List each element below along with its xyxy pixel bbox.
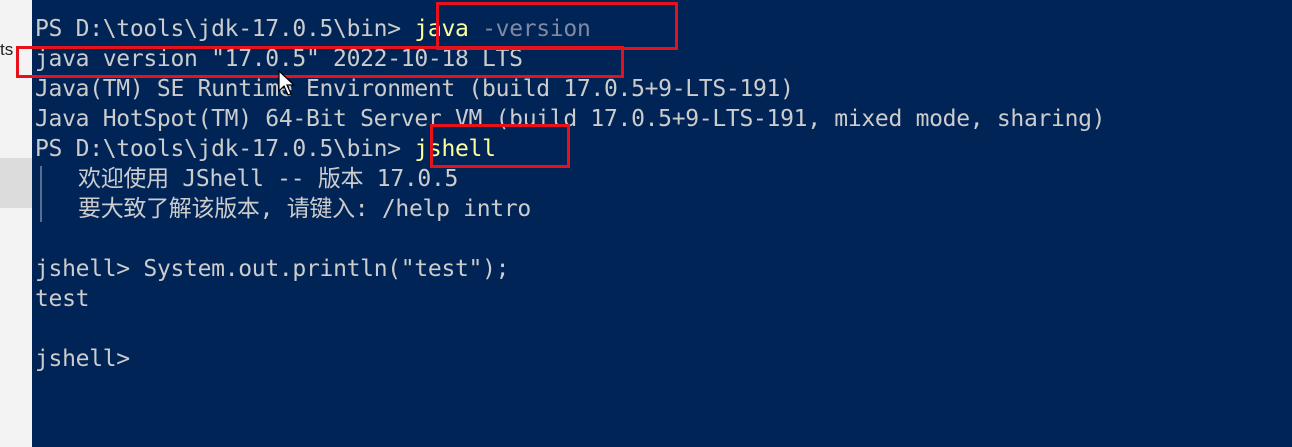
jshell-banner-bar [40, 166, 42, 222]
annotation-box-jshell-command [430, 124, 570, 168]
terminal-line-command-jshell: PS D:\tools\jdk-17.0.5\bin> jshell [35, 134, 496, 164]
prompt: PS D:\tools\jdk-17.0.5\bin> [35, 16, 401, 42]
annotation-box-java-version-output [16, 46, 624, 78]
prompt: PS D:\tools\jdk-17.0.5\bin> [35, 136, 401, 162]
terminal-line-jshell-input: jshell> System.out.println("test"); [35, 254, 509, 284]
terminal-output-line: Java HotSpot(TM) 64-Bit Server VM (build… [35, 106, 1106, 132]
command-text: System.out.println("test"); [143, 256, 510, 282]
annotation-box-java-version-command [436, 2, 678, 50]
terminal-output-line: test [35, 286, 90, 312]
jshell-banner-line: 欢迎使用 JShell -- 版本 17.0.5 [78, 166, 459, 192]
background-window-text-fragment: ts [0, 40, 14, 59]
screenshot: ts PS D:\tools\jdk-17.0.5\bin> java -ver… [0, 0, 1292, 447]
prompt: jshell> [35, 256, 130, 282]
mouse-pointer-icon [278, 70, 296, 96]
terminal-output-line: Java(TM) SE Runtime Environment (build 1… [35, 76, 794, 102]
prompt: jshell> [35, 346, 130, 372]
jshell-banner-line: 要大致了解该版本, 请键入: /help intro [78, 196, 531, 222]
terminal-line-current-prompt[interactable]: jshell> [35, 344, 130, 374]
background-window-selected-item [0, 158, 32, 208]
